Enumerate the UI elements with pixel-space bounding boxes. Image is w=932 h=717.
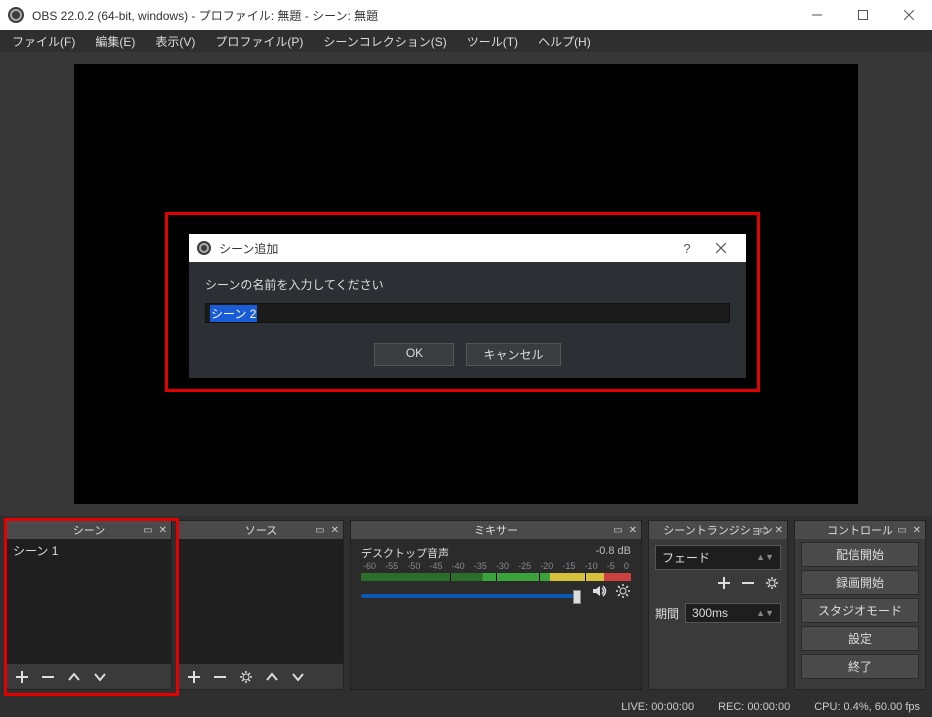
dialog-logo-icon [197,241,211,255]
app-logo-icon [8,7,24,23]
sources-panel: ソース ▭ ✕ [178,520,344,690]
menu-view[interactable]: 表示(V) [147,31,203,52]
mixer-channel-db: -0.8 dB [596,545,631,561]
scene-move-down-button[interactable] [91,668,109,686]
dock-area: シーン ▭ ✕ シーン 1 ソース ▭ ✕ [0,516,932,690]
controls-panel-header: コントロール ▭ ✕ [795,521,925,539]
status-live: LIVE: 00:00:00 [621,701,694,713]
scene-list-item[interactable]: シーン 1 [7,539,171,562]
scene-move-up-button[interactable] [65,668,83,686]
start-streaming-button[interactable]: 配信開始 [801,542,919,567]
scene-remove-button[interactable] [39,668,57,686]
menu-profile[interactable]: プロファイル(P) [207,31,311,52]
mixer-scale: -60 -55 -50 -45 -40 -35 -30 -25 -20 -15 … [361,561,631,571]
mixer-channel: デスクトップ音声 -0.8 dB -60 -55 -50 -45 -40 -35… [351,539,641,583]
add-scene-dialog: シーン追加 ? シーンの名前を入力してください シーン 2 OK キャンセル [189,234,746,378]
dialog-help-button[interactable]: ? [670,241,704,256]
transition-panel-title: シーントランジション [663,522,772,538]
window-maximize-button[interactable] [840,0,886,30]
scenes-panel-close-icon[interactable]: ✕ [159,525,167,536]
transition-panel-popout-icon[interactable]: ▭ [759,525,768,536]
window-titlebar: OBS 22.0.2 (64-bit, windows) - プロファイル: 無… [0,0,932,30]
transition-chevron-icon: ▲▼ [756,555,774,560]
scenes-panel-popout-icon[interactable]: ▭ [143,525,152,536]
menubar: ファイル(F) 編集(E) 表示(V) プロファイル(P) シーンコレクション(… [0,30,932,52]
mixer-panel: ミキサー ▭ ✕ デスクトップ音声 -0.8 dB -60 -55 -50 [350,520,642,690]
transition-duration-input[interactable]: 300ms ▲▼ [685,603,781,623]
sources-panel-close-icon[interactable]: ✕ [331,525,339,536]
start-recording-button[interactable]: 録画開始 [801,570,919,595]
settings-button[interactable]: 設定 [801,626,919,651]
source-add-button[interactable] [185,668,203,686]
dialog-cancel-button[interactable]: キャンセル [466,343,560,366]
menu-tools[interactable]: ツール(T) [459,31,526,52]
scene-add-button[interactable] [13,668,31,686]
studio-mode-button[interactable]: スタジオモード [801,598,919,623]
transition-body: フェード ▲▼ 期間 300ms ▲▼ [649,539,787,689]
transition-remove-button[interactable] [741,576,755,595]
controls-panel-close-icon[interactable]: ✕ [913,525,921,536]
dialog-titlebar: シーン追加 ? [189,234,746,262]
transition-panel-header: シーントランジション ▭ ✕ [649,521,787,539]
dialog-title: シーン追加 [219,240,278,257]
transition-select[interactable]: フェード ▲▼ [655,545,781,570]
scenes-panel: シーン ▭ ✕ シーン 1 [6,520,172,690]
menu-help[interactable]: ヘルプ(H) [530,31,599,52]
menu-edit[interactable]: 編集(E) [87,31,143,52]
sources-list[interactable] [179,539,343,663]
scenes-list[interactable]: シーン 1 [7,539,171,663]
spinner-arrows-icon[interactable]: ▲▼ [756,611,774,616]
sources-panel-title: ソース [245,522,277,538]
status-cpu: CPU: 0.4%, 60.00 fps [814,701,920,713]
controls-body: 配信開始 録画開始 スタジオモード 設定 終了 [795,539,925,689]
mixer-body: デスクトップ音声 -0.8 dB -60 -55 -50 -45 -40 -35… [351,539,641,689]
mixer-panel-title: ミキサー [474,522,518,538]
status-rec: REC: 00:00:00 [718,701,790,713]
mixer-volume-slider[interactable] [361,593,579,599]
mixer-mute-icon[interactable] [591,583,607,599]
transition-duration-value: 300ms [692,606,728,620]
controls-panel: コントロール ▭ ✕ 配信開始 録画開始 スタジオモード 設定 終了 [794,520,926,690]
scenes-panel-title: シーン [73,522,105,538]
mixer-panel-popout-icon[interactable]: ▭ [613,525,622,536]
window-title: OBS 22.0.2 (64-bit, windows) - プロファイル: 無… [32,7,378,24]
mixer-panel-close-icon[interactable]: ✕ [629,525,637,536]
source-properties-button[interactable] [237,668,255,686]
scene-name-value: シーン 2 [210,305,257,322]
mixer-channel-name: デスクトップ音声 [361,545,449,561]
scene-name-input[interactable]: シーン 2 [205,303,730,323]
transition-panel-close-icon[interactable]: ✕ [775,525,783,536]
transition-add-button[interactable] [717,576,731,595]
menu-scene-collection[interactable]: シーンコレクション(S) [315,31,454,52]
transition-settings-button[interactable] [765,576,779,595]
obs-window: OBS 22.0.2 (64-bit, windows) - プロファイル: 無… [0,0,932,717]
statusbar: LIVE: 00:00:00 REC: 00:00:00 CPU: 0.4%, … [0,697,932,717]
controls-panel-title: コントロール [827,522,893,538]
source-remove-button[interactable] [211,668,229,686]
sources-panel-popout-icon[interactable]: ▭ [315,525,324,536]
transition-selected: フェード [662,549,710,566]
dialog-close-button[interactable] [704,241,738,256]
scenes-panel-header: シーン ▭ ✕ [7,521,171,539]
menu-file[interactable]: ファイル(F) [4,31,83,52]
source-move-down-button[interactable] [289,668,307,686]
window-close-button[interactable] [886,0,932,30]
exit-button[interactable]: 終了 [801,654,919,679]
sources-panel-header: ソース ▭ ✕ [179,521,343,539]
sources-toolbar [179,663,343,689]
transition-panel: シーントランジション ▭ ✕ フェード ▲▼ 期間 [648,520,788,690]
mixer-settings-icon[interactable] [615,583,631,599]
controls-panel-popout-icon[interactable]: ▭ [897,525,906,536]
dialog-ok-button[interactable]: OK [374,343,454,366]
transition-duration-label: 期間 [655,605,679,622]
dialog-prompt: シーンの名前を入力してください [205,276,730,293]
mixer-panel-header: ミキサー ▭ ✕ [351,521,641,539]
mixer-meter [361,573,631,581]
source-move-up-button[interactable] [263,668,281,686]
scenes-toolbar [7,663,171,689]
window-minimize-button[interactable] [794,0,840,30]
